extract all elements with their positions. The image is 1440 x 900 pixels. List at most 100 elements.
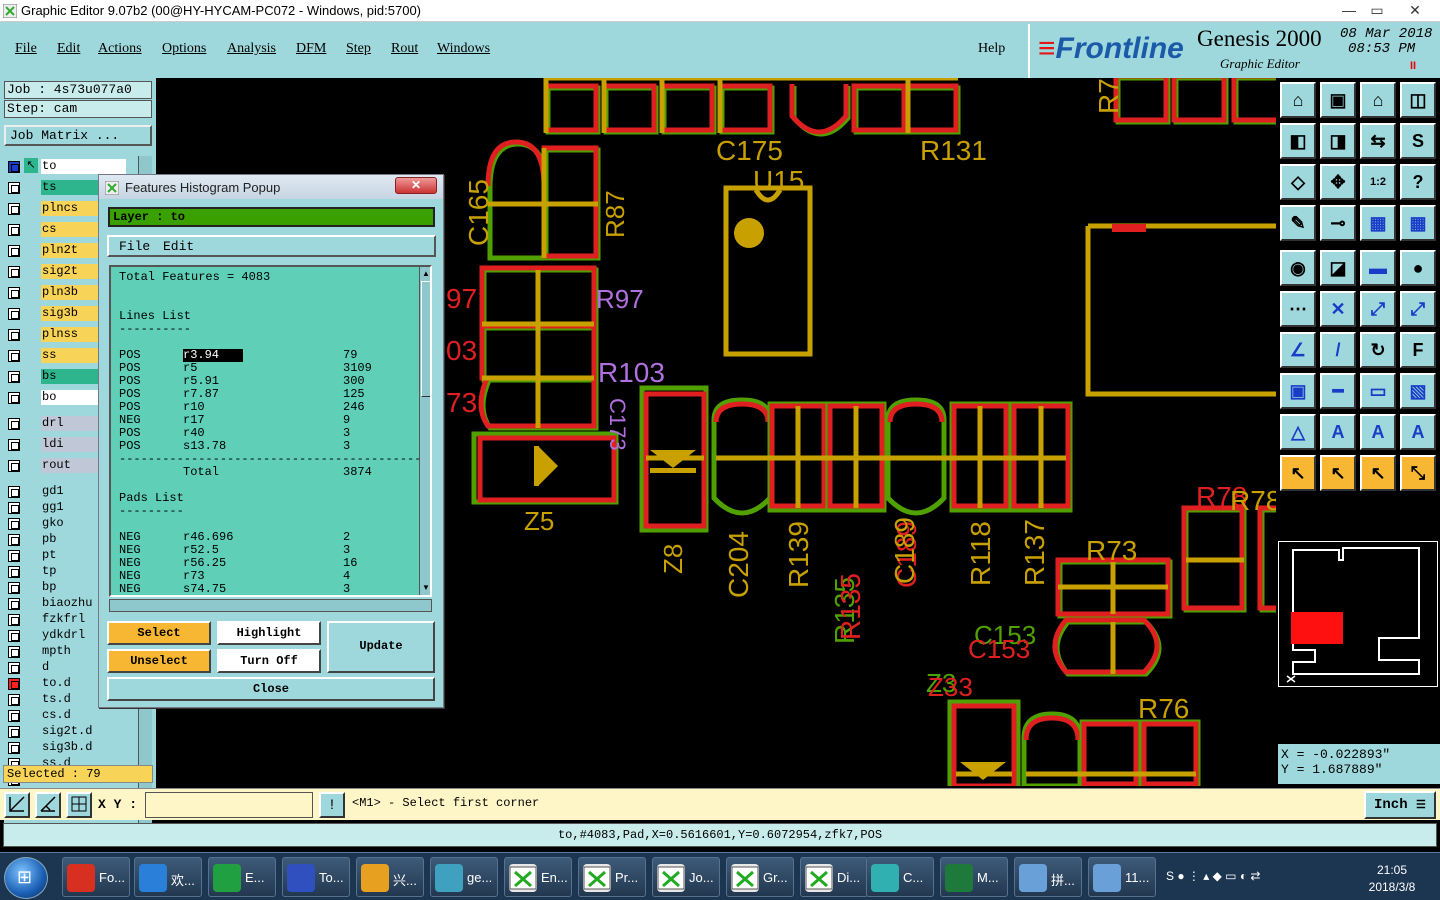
- layer-checkbox[interactable]: [8, 418, 20, 430]
- layer-checkbox[interactable]: [8, 502, 20, 514]
- select-button[interactable]: Select: [107, 621, 211, 645]
- menu-file[interactable]: File: [15, 41, 37, 57]
- menu-windows[interactable]: Windows: [437, 41, 490, 57]
- layer-checkbox[interactable]: [8, 694, 20, 706]
- resize-tool-button[interactable]: ▭: [1360, 373, 1396, 409]
- fit-tool-button[interactable]: ◇: [1280, 164, 1316, 200]
- pad-symbol-row[interactable]: NEG s74.75 3: [119, 583, 409, 596]
- menu-help[interactable]: Help: [978, 41, 1005, 57]
- pad-tool-button[interactable]: ◉: [1280, 250, 1316, 286]
- zoom-center-tool-button[interactable]: ✥: [1320, 164, 1356, 200]
- histogram-scrollbar[interactable]: ▲ ▼: [419, 267, 430, 595]
- measure-tool-tool-button[interactable]: ✎: [1280, 205, 1316, 241]
- snap-mode-button[interactable]: [4, 792, 30, 818]
- snap-grid-tool-button[interactable]: ▦: [1360, 205, 1396, 241]
- layer-checkbox[interactable]: [8, 582, 20, 594]
- taskbar-item[interactable]: 兴...: [356, 857, 424, 897]
- layer-checkbox[interactable]: [8, 308, 20, 320]
- scroll-thumb[interactable]: [421, 281, 430, 397]
- line-symbol-row[interactable]: POS r7.87 125: [119, 388, 409, 401]
- grid-mode-button[interactable]: [66, 792, 92, 818]
- taskbar-item[interactable]: E...: [208, 857, 276, 897]
- restore-button[interactable]: ▭: [1362, 0, 1392, 20]
- update-button[interactable]: Update: [327, 621, 435, 673]
- help-tool-button[interactable]: ?: [1400, 164, 1436, 200]
- layer-checkbox[interactable]: [8, 662, 20, 674]
- rotate-tool-button[interactable]: ↻: [1360, 332, 1396, 368]
- pointer-tool-button[interactable]: ↖: [1280, 455, 1316, 491]
- nodes-tool-button[interactable]: ⋯: [1280, 291, 1316, 327]
- pointer-box-tool-button[interactable]: ↖: [1320, 455, 1356, 491]
- graphic-canvas[interactable]: C175 R131 U15 C165 R87 R97 97 03 73 R103 C173 Z5 Z8 C…: [446, 78, 1276, 786]
- angle-mode-button[interactable]: [35, 792, 61, 818]
- pointer-round-tool-button[interactable]: ↖: [1360, 455, 1396, 491]
- layer-checkbox[interactable]: [8, 566, 20, 578]
- view-house-tool-button[interactable]: ⌂: [1360, 82, 1396, 118]
- menu-step[interactable]: Step: [346, 41, 371, 57]
- layer-checkbox[interactable]: [8, 203, 20, 215]
- popup-close-button[interactable]: ✕: [395, 177, 437, 194]
- pause-indicator[interactable]: II: [1410, 60, 1416, 72]
- minimize-button[interactable]: —: [1334, 0, 1364, 20]
- layer-checkbox[interactable]: [8, 550, 20, 562]
- layer-checkbox[interactable]: [8, 614, 20, 626]
- taskbar-clock[interactable]: 21:05 2018/3/8: [1360, 862, 1424, 896]
- layer-checkbox[interactable]: [8, 710, 20, 722]
- angle-tool-button[interactable]: ∠: [1280, 332, 1316, 368]
- menu-dfm[interactable]: DFM: [296, 41, 326, 57]
- layer-checkbox[interactable]: [8, 439, 20, 451]
- probe-tool-button[interactable]: ⊸: [1320, 205, 1356, 241]
- line-symbol-row[interactable]: POS r10 246: [119, 401, 409, 414]
- taskbar-item[interactable]: Fo...: [62, 857, 130, 897]
- copy-tool-button[interactable]: ▣: [1280, 373, 1316, 409]
- pcb-drawing[interactable]: C175 R131 U15 C165 R87 R97 97 03 73 R103 C173 Z5 Z8 C…: [446, 78, 1276, 786]
- taskbar-item[interactable]: Gr...: [726, 857, 794, 897]
- taskbar-item[interactable]: 拼...: [1014, 857, 1082, 897]
- triangle-tool-button[interactable]: △: [1280, 414, 1316, 450]
- popup-close-bottom-button[interactable]: Close: [107, 677, 435, 701]
- layer-checkbox[interactable]: [8, 392, 20, 404]
- view-split-tool-button[interactable]: ◫: [1400, 82, 1436, 118]
- histogram-list[interactable]: Total Features = 4083 Lines List ---------…: [109, 265, 432, 597]
- histogram-hscrollbar[interactable]: [109, 599, 432, 612]
- taskbar-item[interactable]: En...: [504, 857, 572, 897]
- route-tool-button[interactable]: ⤡: [1400, 455, 1436, 491]
- taskbar-item[interactable]: M...: [940, 857, 1008, 897]
- pan-left-tool-button[interactable]: ◧: [1280, 123, 1316, 159]
- layer-checkbox[interactable]: [8, 598, 20, 610]
- cross-tool-button[interactable]: ✕: [1320, 291, 1356, 327]
- pan-right-tool-button[interactable]: ◨: [1320, 123, 1356, 159]
- taskbar-item[interactable]: C...: [866, 857, 934, 897]
- layer-checkbox[interactable]: [8, 371, 20, 383]
- group-tool-button[interactable]: ▧: [1400, 373, 1436, 409]
- bang-button[interactable]: !: [319, 792, 345, 818]
- overview-map[interactable]: [1278, 541, 1438, 687]
- layer-checkbox[interactable]: [8, 266, 20, 278]
- units-selector[interactable]: Inch ☰: [1364, 791, 1436, 819]
- scale-one-tool-button[interactable]: 1:2: [1360, 164, 1396, 200]
- layer-row-sig3b-d[interactable]: sig3b.d: [4, 740, 128, 756]
- layer-checkbox[interactable]: [8, 486, 20, 498]
- job-matrix-button[interactable]: Job Matrix ...: [4, 125, 152, 146]
- layer-checkbox[interactable]: [8, 518, 20, 530]
- layer-checkbox[interactable]: [8, 534, 20, 546]
- pad-symbol-row[interactable]: NEG r46.696 2: [119, 531, 409, 544]
- pad-symbol-row[interactable]: NEG r56.25 16: [119, 557, 409, 570]
- scroll-tool-button[interactable]: S: [1400, 123, 1436, 159]
- layer-checkbox[interactable]: [8, 287, 20, 299]
- swap-tool-button[interactable]: ⇆: [1360, 123, 1396, 159]
- ruler-tool-button[interactable]: ▬: [1360, 250, 1396, 286]
- taskbar-item[interactable]: 11...: [1088, 857, 1156, 897]
- taskbar-item[interactable]: ge...: [430, 857, 498, 897]
- line-symbol-row[interactable]: NEG r17 9: [119, 414, 409, 427]
- scroll-down-icon[interactable]: ▼: [421, 583, 430, 593]
- close-window-button[interactable]: ✕: [1400, 0, 1430, 20]
- arrow-up-tool-button[interactable]: A: [1320, 414, 1356, 450]
- move-red-tool-button[interactable]: ⤢: [1400, 291, 1436, 327]
- menu-edit[interactable]: Edit: [57, 41, 80, 57]
- turn-off-button[interactable]: Turn Off: [217, 649, 321, 673]
- layer-checkbox[interactable]: [8, 630, 20, 642]
- menu-options[interactable]: Options: [162, 41, 206, 57]
- popup-menu-file[interactable]: File: [119, 239, 150, 254]
- layer-checkbox[interactable]: [8, 678, 20, 690]
